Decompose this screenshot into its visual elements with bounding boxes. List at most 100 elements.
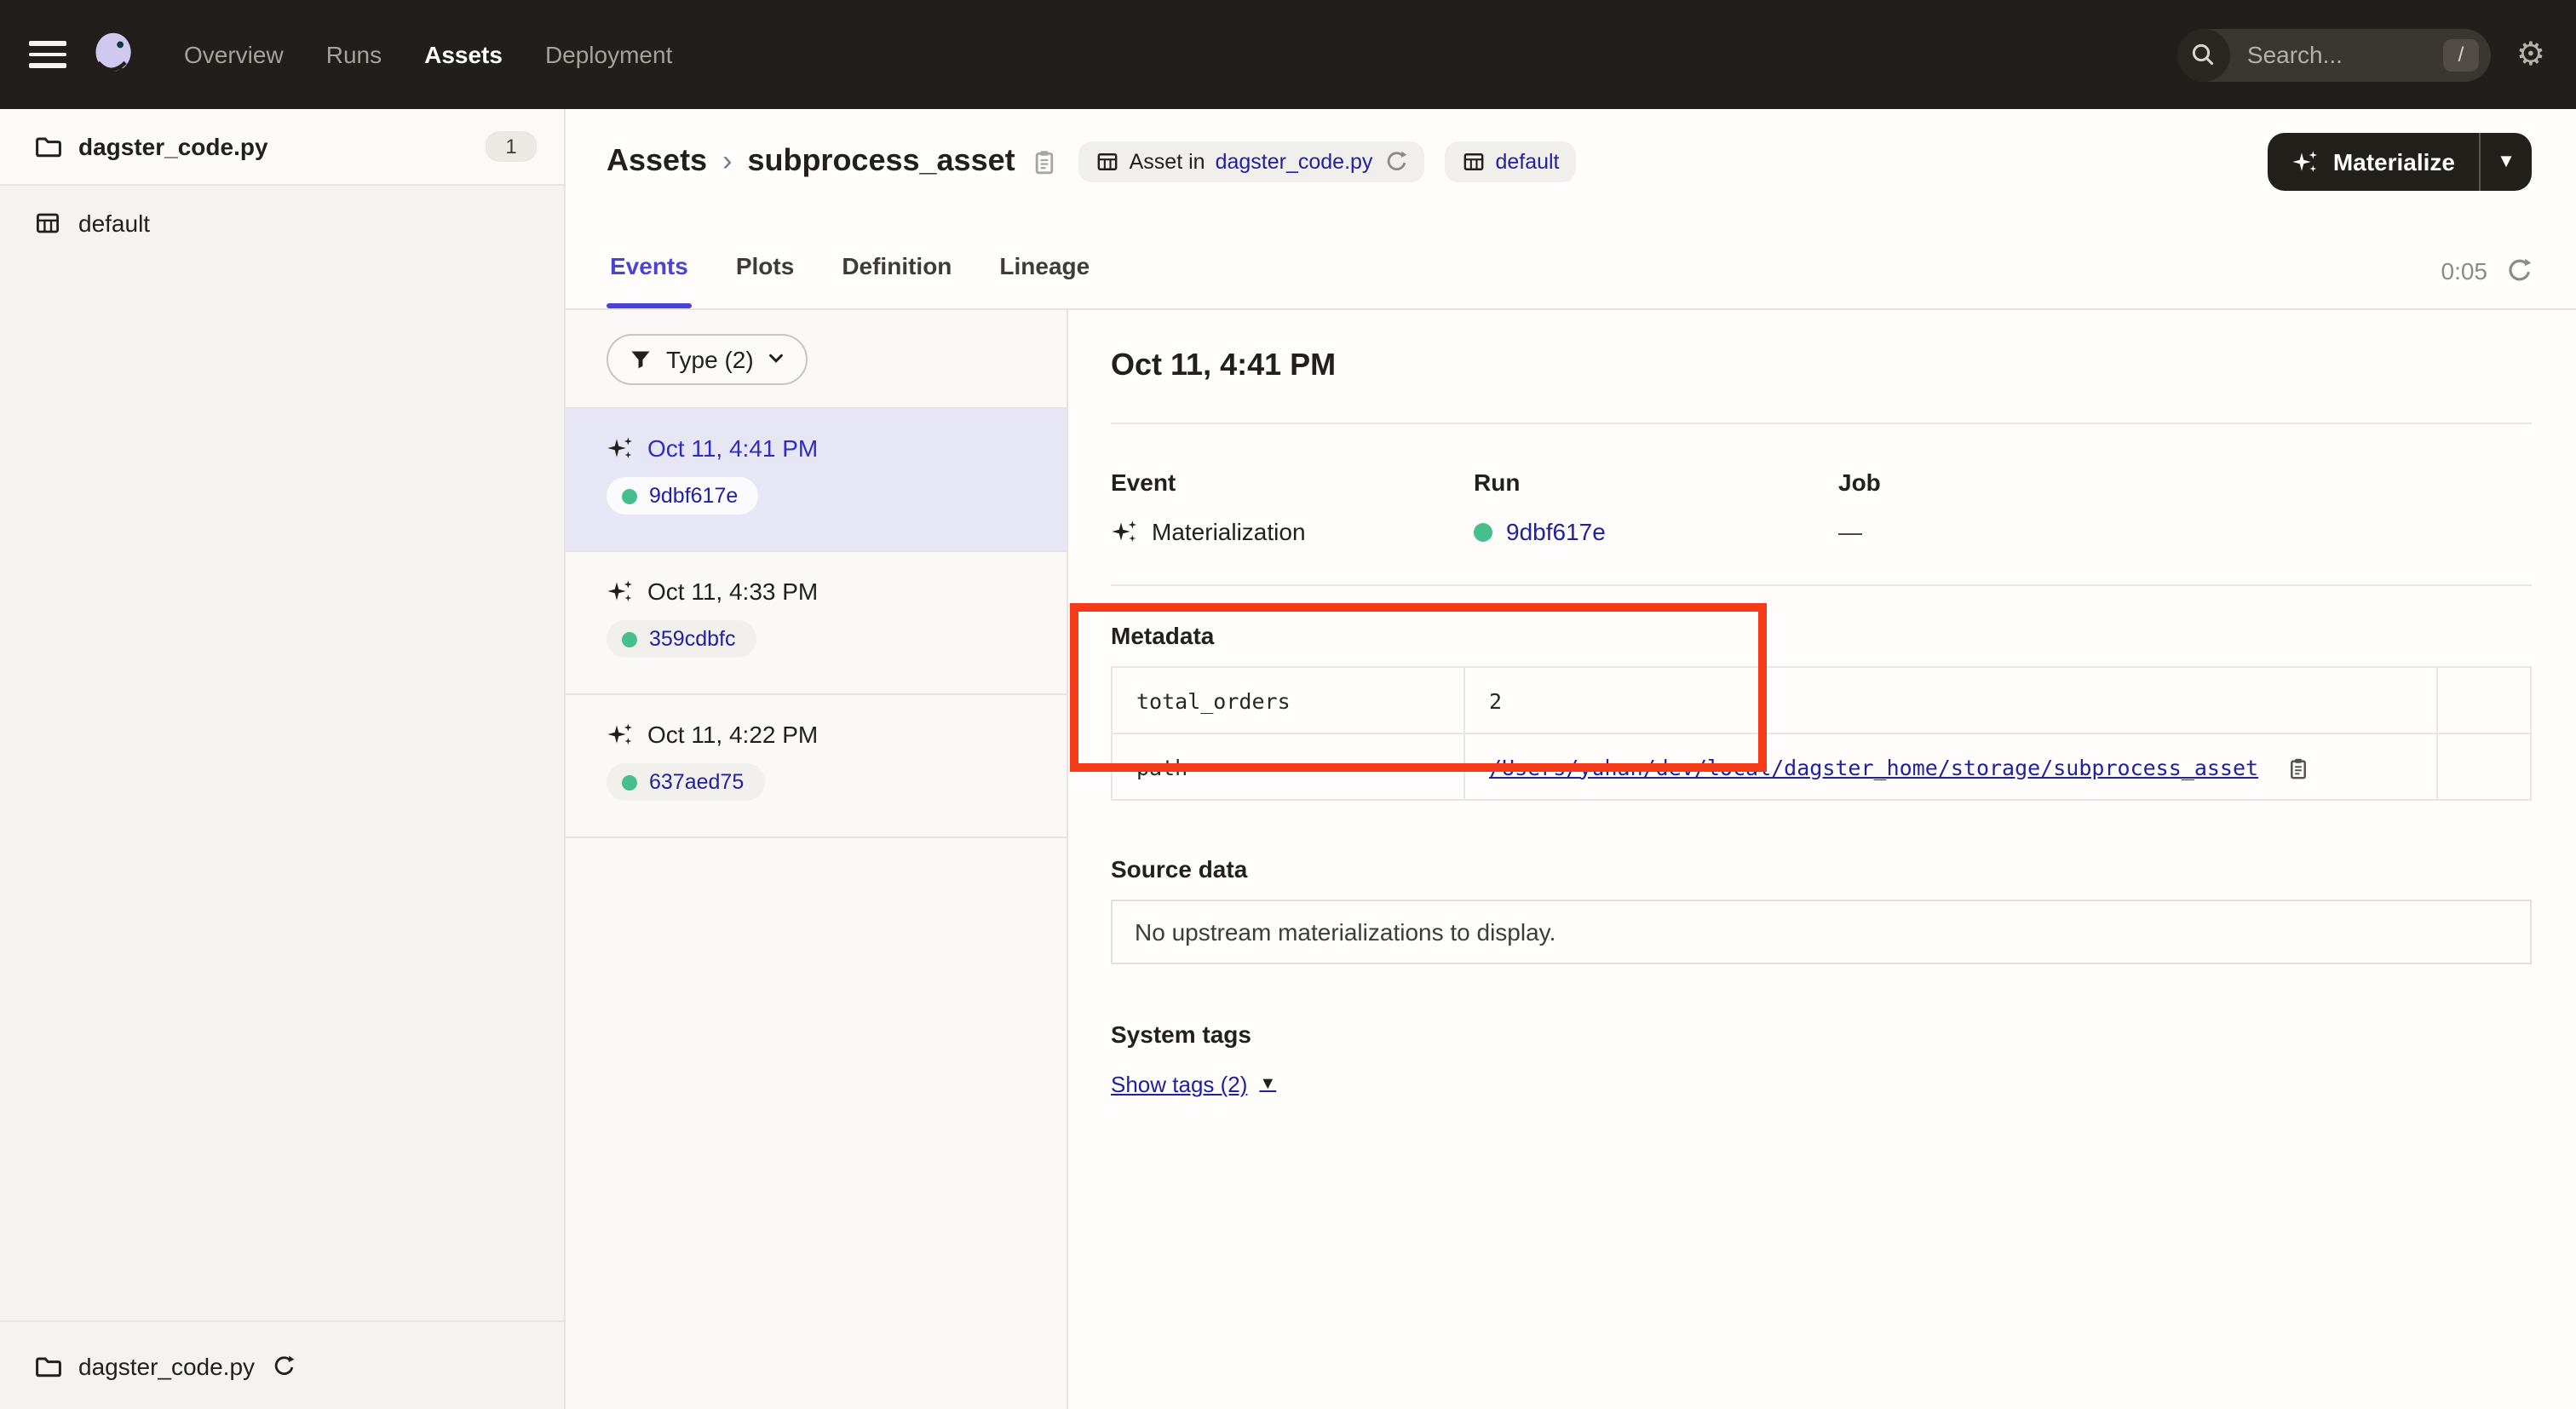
nav-deployment[interactable]: Deployment — [545, 41, 672, 68]
job-label: Job — [1838, 469, 2532, 496]
asset-grid-icon — [1095, 149, 1119, 173]
event-run-job-grid: Event Run Job Materialization 9dbf617e — — [1111, 469, 2532, 545]
breadcrumb-assets[interactable]: Assets — [607, 143, 707, 179]
run-id-badge[interactable]: 637aed75 — [607, 763, 764, 801]
gear-icon[interactable]: ⚙ — [2516, 38, 2545, 71]
path-link[interactable]: /Users/yuhan/dev/local/dagster_home/stor… — [1489, 754, 2258, 779]
materialize-dropdown-button[interactable]: ▼ — [2481, 132, 2532, 190]
event-list-item[interactable]: Oct 11, 4:41 PM 9dbf617e — [566, 409, 1067, 552]
reload-icon[interactable] — [1383, 149, 1406, 173]
run-id-badge[interactable]: 9dbf617e — [607, 477, 758, 515]
run-id-link[interactable]: 9dbf617e — [1506, 518, 1606, 545]
refresh-icon[interactable] — [2504, 257, 2532, 285]
event-value: Materialization — [1111, 518, 1474, 545]
reload-icon[interactable] — [270, 1354, 294, 1377]
event-timestamp-link[interactable]: Oct 11, 4:22 PM — [647, 721, 818, 748]
run-status-dot — [1474, 522, 1492, 541]
run-id-link[interactable]: 359cdbfc — [649, 627, 735, 651]
caret-down-icon: ▼ — [1259, 1075, 1276, 1094]
run-status-dot — [622, 631, 637, 647]
event-detail-pane: Oct 11, 4:41 PM Event Run Job Materializ… — [1070, 310, 2576, 1409]
events-list-panel: Type (2) Oct 11, 4:41 PM 9dbf617e Oct 11… — [566, 310, 1068, 1409]
run-value: 9dbf617e — [1474, 518, 1838, 545]
nav-assets[interactable]: Assets — [424, 41, 503, 68]
asset-count-badge: 1 — [486, 131, 537, 162]
materialization-sparkle-icon — [607, 434, 634, 462]
folder-icon — [34, 1352, 61, 1379]
sidebar-item-default-group[interactable]: default — [0, 186, 564, 259]
sparkle-icon — [2292, 147, 2320, 175]
metadata-extra-cell — [2437, 733, 2531, 800]
source-data-empty-message: No upstream materializations to display. — [1135, 918, 1555, 946]
sidebar-footer-code-location[interactable]: dagster_code.py — [0, 1320, 564, 1409]
event-list-item[interactable]: Oct 11, 4:22 PM 637aed75 — [566, 695, 1067, 838]
dagster-logo-icon[interactable] — [89, 29, 140, 80]
materialization-sparkle-icon — [607, 578, 634, 605]
event-timestamp-link[interactable]: Oct 11, 4:41 PM — [647, 434, 818, 462]
group-link[interactable]: default — [1495, 149, 1559, 173]
show-tags-toggle[interactable]: Show tags (2) ▼ — [1111, 1072, 1276, 1097]
tab-definition[interactable]: Definition — [838, 252, 955, 308]
run-label: Run — [1474, 469, 1838, 496]
tab-plots[interactable]: Plots — [733, 252, 797, 308]
divider — [1111, 423, 2532, 424]
sidebar: dagster_code.py 1 default dagster_code.p… — [0, 109, 566, 1409]
search-area: / ⚙ — [2177, 28, 2576, 81]
topbar: Overview Runs Assets Deployment / ⚙ — [0, 0, 2576, 109]
job-value: — — [1838, 518, 2532, 545]
search-input[interactable] — [2244, 39, 2428, 70]
type-filter-label: Type (2) — [666, 345, 754, 372]
dagster-app: Overview Runs Assets Deployment / ⚙ dags… — [0, 0, 2576, 1409]
type-filter-dropdown[interactable]: Type (2) — [607, 333, 808, 384]
copy-asset-name-icon[interactable] — [1031, 147, 1058, 175]
sidebar-item-label: default — [78, 209, 150, 236]
metadata-extra-cell — [2437, 667, 2531, 733]
main-content: Assets › subprocess_asset Asset in dagst… — [566, 109, 2576, 1409]
event-timestamp-link[interactable]: Oct 11, 4:33 PM — [647, 578, 818, 605]
breadcrumb-separator-icon: › — [722, 144, 732, 178]
hamburger-menu-icon[interactable] — [29, 41, 66, 68]
refresh-countdown: 0:05 — [2441, 257, 2488, 285]
sidebar-item-label: dagster_code.py — [78, 133, 268, 160]
nav-runs[interactable]: Runs — [326, 41, 382, 68]
metadata-heading: Metadata — [1111, 622, 2532, 649]
tab-events[interactable]: Events — [607, 252, 692, 308]
sidebar-footer-label: dagster_code.py — [78, 1352, 255, 1379]
asset-in-text: Asset in — [1130, 149, 1205, 173]
run-id-link[interactable]: 637aed75 — [649, 770, 744, 794]
run-status-dot — [622, 488, 637, 503]
folder-icon — [34, 133, 61, 160]
run-status-dot — [622, 774, 637, 790]
search-box[interactable]: / — [2177, 28, 2491, 81]
asset-group-icon — [34, 209, 61, 236]
asset-location-pill[interactable]: Asset in dagster_code.py — [1078, 141, 1424, 181]
event-label: Event — [1111, 469, 1474, 496]
nav-overview[interactable]: Overview — [184, 41, 284, 68]
code-location-link[interactable]: dagster_code.py — [1216, 149, 1373, 173]
materialize-label: Materialize — [2333, 147, 2455, 175]
show-tags-label: Show tags (2) — [1111, 1072, 1247, 1097]
run-id-link[interactable]: 9dbf617e — [649, 484, 738, 508]
source-data-heading: Source data — [1111, 855, 2532, 883]
copy-path-icon[interactable] — [2286, 756, 2310, 779]
table-row: total_orders 2 — [1112, 667, 2531, 733]
asset-group-icon — [1461, 149, 1485, 173]
sidebar-item-code-location[interactable]: dagster_code.py 1 — [0, 109, 564, 186]
materialization-sparkle-icon — [607, 721, 634, 748]
system-tags-heading: System tags — [1111, 1021, 2532, 1048]
divider — [1111, 584, 2532, 586]
metadata-value: 2 — [1464, 667, 2437, 733]
event-list-item[interactable]: Oct 11, 4:33 PM 359cdbfc — [566, 552, 1067, 695]
page-header: Assets › subprocess_asset Asset in dagst… — [566, 109, 2576, 213]
table-row: path /Users/yuhan/dev/local/dagster_home… — [1112, 733, 2531, 800]
metadata-key: total_orders — [1112, 667, 1464, 733]
asset-group-pill[interactable]: default — [1444, 141, 1576, 181]
page-title: subprocess_asset — [747, 143, 1015, 179]
run-id-badge[interactable]: 359cdbfc — [607, 620, 756, 658]
metadata-table: total_orders 2 path /Users/yuhan/dev/loc… — [1111, 666, 2532, 801]
materialize-split-button: Materialize ▼ — [2268, 132, 2532, 190]
metadata-value: /Users/yuhan/dev/local/dagster_home/stor… — [1464, 733, 2437, 800]
event-type-text: Materialization — [1152, 518, 1306, 545]
materialize-button[interactable]: Materialize — [2268, 132, 2479, 190]
tab-lineage[interactable]: Lineage — [996, 252, 1093, 308]
